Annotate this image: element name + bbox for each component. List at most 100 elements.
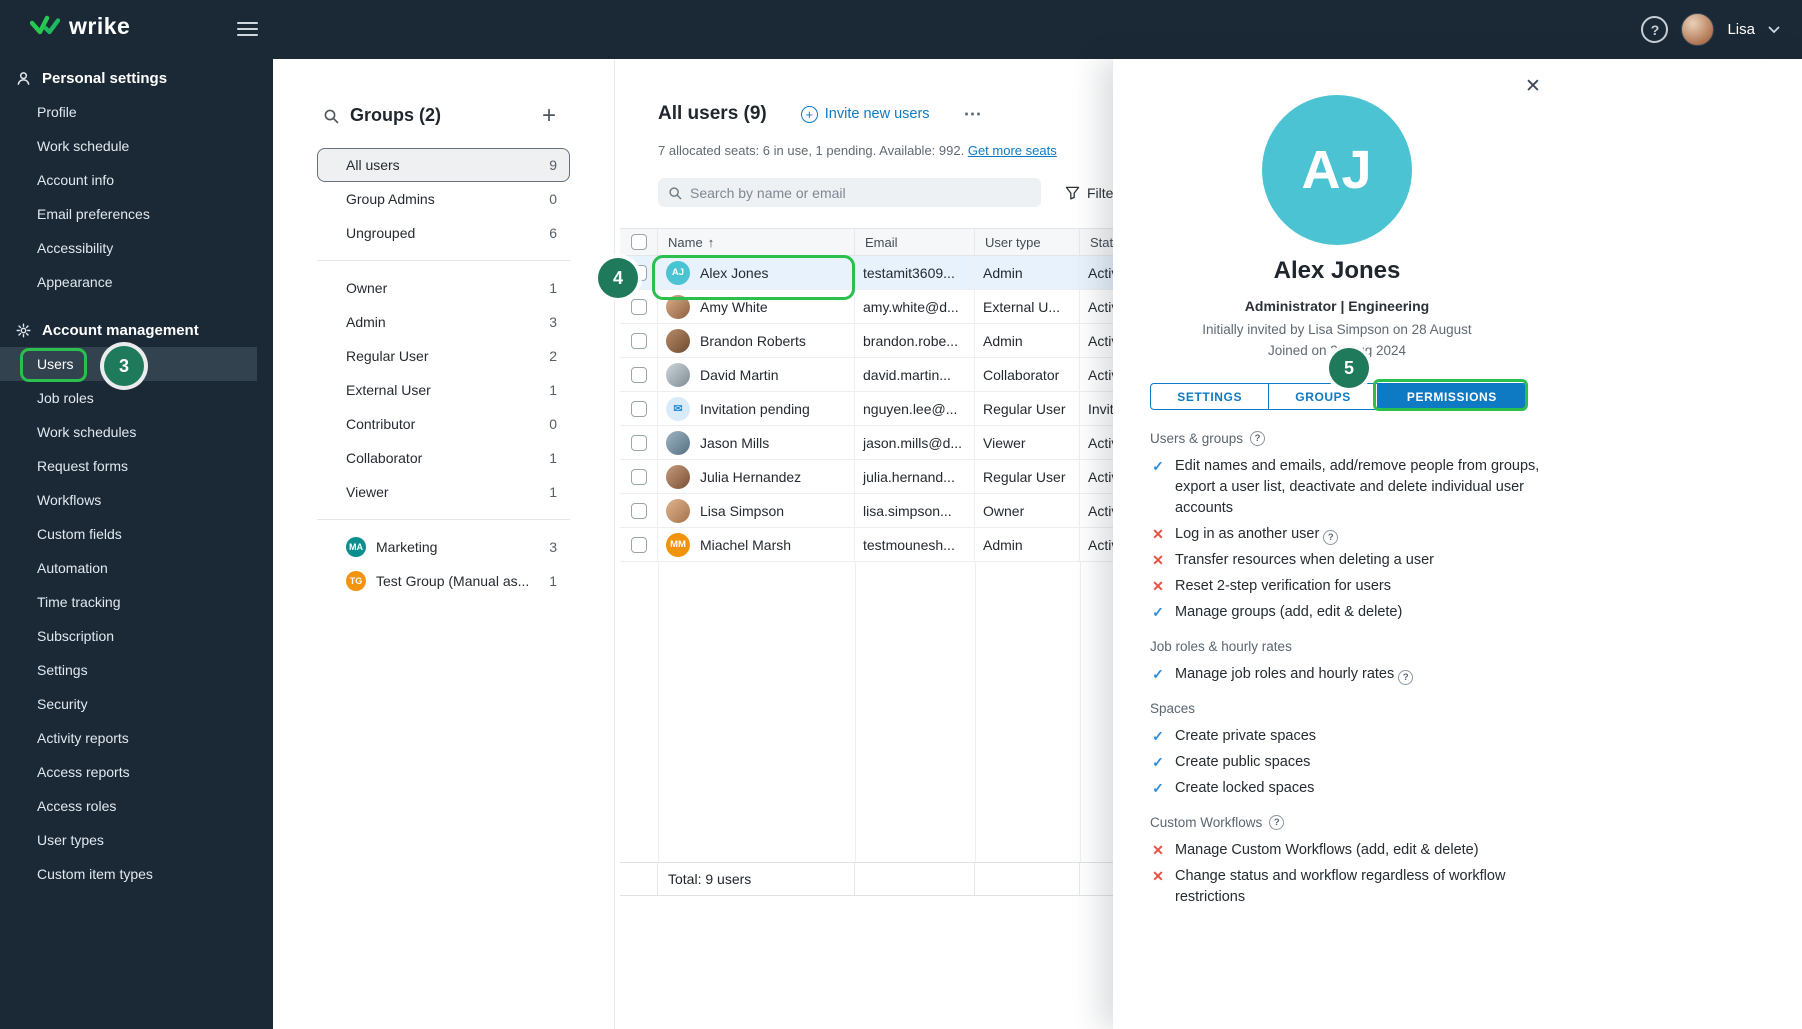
user-name-cell: Jason Mills <box>658 426 855 459</box>
filter-button[interactable]: Filter <box>1065 178 1118 207</box>
sidebar-item-account-info[interactable]: Account info <box>0 163 273 197</box>
tab-groups[interactable]: GROUPS <box>1268 384 1376 409</box>
sidebar-item-work-schedules[interactable]: Work schedules <box>0 415 273 449</box>
group-item-viewer[interactable]: Viewer 1 <box>317 475 570 509</box>
user-avatar[interactable] <box>1681 13 1715 46</box>
help-icon[interactable]: ? <box>1641 16 1669 43</box>
permission-item: ✓ Create private spaces <box>1150 726 1546 747</box>
row-checkbox[interactable] <box>630 332 647 349</box>
sidebar-item-access-reports[interactable]: Access reports <box>0 755 273 789</box>
row-checkbox-cell <box>620 358 658 391</box>
group-item-admin[interactable]: Admin 3 <box>317 305 570 339</box>
sidebar-item-security[interactable]: Security <box>0 687 273 721</box>
sidebar-item-activity-reports[interactable]: Activity reports <box>0 721 273 755</box>
row-checkbox[interactable] <box>630 298 647 315</box>
sidebar-item-time-tracking[interactable]: Time tracking <box>0 585 273 619</box>
help-icon[interactable]: ? <box>1269 815 1285 830</box>
tab-permissions[interactable]: PERMISSIONS <box>1376 384 1526 409</box>
sidebar-item-users[interactable]: Users <box>0 347 257 381</box>
menu-icon[interactable] <box>237 22 258 40</box>
overflow-menu-icon[interactable]: ⋯ <box>964 104 982 125</box>
permission-section-text: Spaces <box>1150 701 1196 716</box>
row-checkbox[interactable] <box>630 264 647 281</box>
add-group-icon[interactable]: + <box>542 103 556 127</box>
select-all-checkbox[interactable] <box>630 234 647 250</box>
sidebar-item-job-roles[interactable]: Job roles <box>0 381 273 415</box>
topbar: wrike ? Lisa <box>0 0 1802 59</box>
row-checkbox[interactable] <box>630 536 647 553</box>
group-item-ungrouped[interactable]: Ungrouped 6 <box>317 216 570 250</box>
group-label: Regular User <box>346 348 429 364</box>
user-name-cell: Brandon Roberts <box>658 324 855 357</box>
sidebar-item-request-forms[interactable]: Request forms <box>0 449 273 483</box>
permission-item: ✕ Log in as another user ? <box>1150 524 1546 545</box>
group-item-test-group-manual-as[interactable]: TG Test Group (Manual as... 1 <box>317 564 570 598</box>
help-icon[interactable]: ? <box>1250 431 1266 446</box>
tab-settings[interactable]: SETTINGS <box>1151 384 1268 409</box>
sidebar-item-custom-item-types[interactable]: Custom item types <box>0 857 273 891</box>
permission-text: Log in as another user ? <box>1175 524 1339 545</box>
row-checkbox[interactable] <box>630 434 647 451</box>
sidebar-item-accessibility[interactable]: Accessibility <box>0 231 273 265</box>
row-checkbox[interactable] <box>630 400 647 417</box>
user-name-cell: AJ Alex Jones <box>658 256 855 289</box>
person-icon <box>16 71 31 86</box>
permission-section-text: Custom Workflows <box>1150 815 1263 830</box>
row-checkbox-cell <box>620 290 658 323</box>
group-item-all-users[interactable]: All users 9 <box>317 148 570 182</box>
row-checkbox[interactable] <box>630 502 647 519</box>
groups-panel: Groups (2) + All users 9 Group Admins 0 Ungr… <box>273 59 615 1029</box>
cross-icon: ✕ <box>1152 868 1164 884</box>
sidebar-item-settings[interactable]: Settings <box>0 653 273 687</box>
user-type-cell: Regular User <box>975 392 1080 425</box>
group-item-external-user[interactable]: External User 1 <box>317 373 570 407</box>
sidebar-item-workflows[interactable]: Workflows <box>0 483 273 517</box>
get-more-seats-link[interactable]: Get more seats <box>968 143 1057 158</box>
group-item-group-admins[interactable]: Group Admins 0 <box>317 182 570 216</box>
group-count: 9 <box>549 157 557 173</box>
user-row-name: Brandon Roberts <box>700 332 806 349</box>
permission-text: Change status and workflow regardless of… <box>1175 868 1506 905</box>
chevron-down-icon[interactable] <box>1768 26 1780 34</box>
row-checkbox[interactable] <box>630 468 647 485</box>
sidebar-item-appearance[interactable]: Appearance <box>0 265 273 299</box>
group-item-marketing[interactable]: MA Marketing 3 <box>317 530 570 564</box>
group-count: 1 <box>549 573 557 589</box>
sidebar-item-profile[interactable]: Profile <box>0 95 273 129</box>
search-input[interactable] <box>690 184 1031 201</box>
row-checkbox[interactable] <box>630 366 647 383</box>
sidebar-item-user-types[interactable]: User types <box>0 823 273 857</box>
user-details-panel: ✕ AJ Alex Jones Administrator | Engineer… <box>1113 59 1802 1029</box>
permission-item: ✓ Manage job roles and hourly rates ? <box>1150 664 1546 685</box>
invite-new-users-button[interactable]: + Invite new users <box>800 105 930 123</box>
group-item-contributor[interactable]: Contributor 0 <box>317 407 570 441</box>
user-avatar-photo <box>666 430 690 455</box>
column-header-name[interactable]: Name ↑ <box>658 229 855 255</box>
sidebar-section-label: Personal settings <box>42 69 168 87</box>
group-item-regular-user[interactable]: Regular User 2 <box>317 339 570 373</box>
group-item-collaborator[interactable]: Collaborator 1 <box>317 441 570 475</box>
permission-item: ✓ Create public spaces <box>1150 752 1546 773</box>
search-icon[interactable] <box>323 108 339 124</box>
row-checkbox-cell <box>620 494 658 527</box>
user-type-cell: Owner <box>975 494 1080 527</box>
sidebar-item-custom-fields[interactable]: Custom fields <box>0 517 273 551</box>
help-icon[interactable]: ? <box>1323 530 1339 545</box>
group-item-owner[interactable]: Owner 1 <box>317 271 570 305</box>
column-header-email[interactable]: Email <box>855 229 975 255</box>
sidebar-item-email-preferences[interactable]: Email preferences <box>0 197 273 231</box>
sidebar-item-work-schedule[interactable]: Work schedule <box>0 129 273 163</box>
sidebar-item-automation[interactable]: Automation <box>0 551 273 585</box>
row-checkbox-cell <box>620 528 658 561</box>
column-header-usertype[interactable]: User type <box>975 229 1080 255</box>
group-count: 0 <box>549 191 557 207</box>
group-label: Test Group (Manual as... <box>376 573 530 589</box>
wrike-logo[interactable]: wrike <box>30 13 130 40</box>
help-icon[interactable]: ? <box>1398 670 1414 685</box>
sidebar-item-subscription[interactable]: Subscription <box>0 619 273 653</box>
user-name[interactable]: Lisa <box>1727 21 1755 38</box>
group-count: 1 <box>549 450 557 466</box>
groups-title: Groups (2) <box>350 105 442 125</box>
group-label: External User <box>346 382 431 398</box>
sidebar-item-access-roles[interactable]: Access roles <box>0 789 273 823</box>
